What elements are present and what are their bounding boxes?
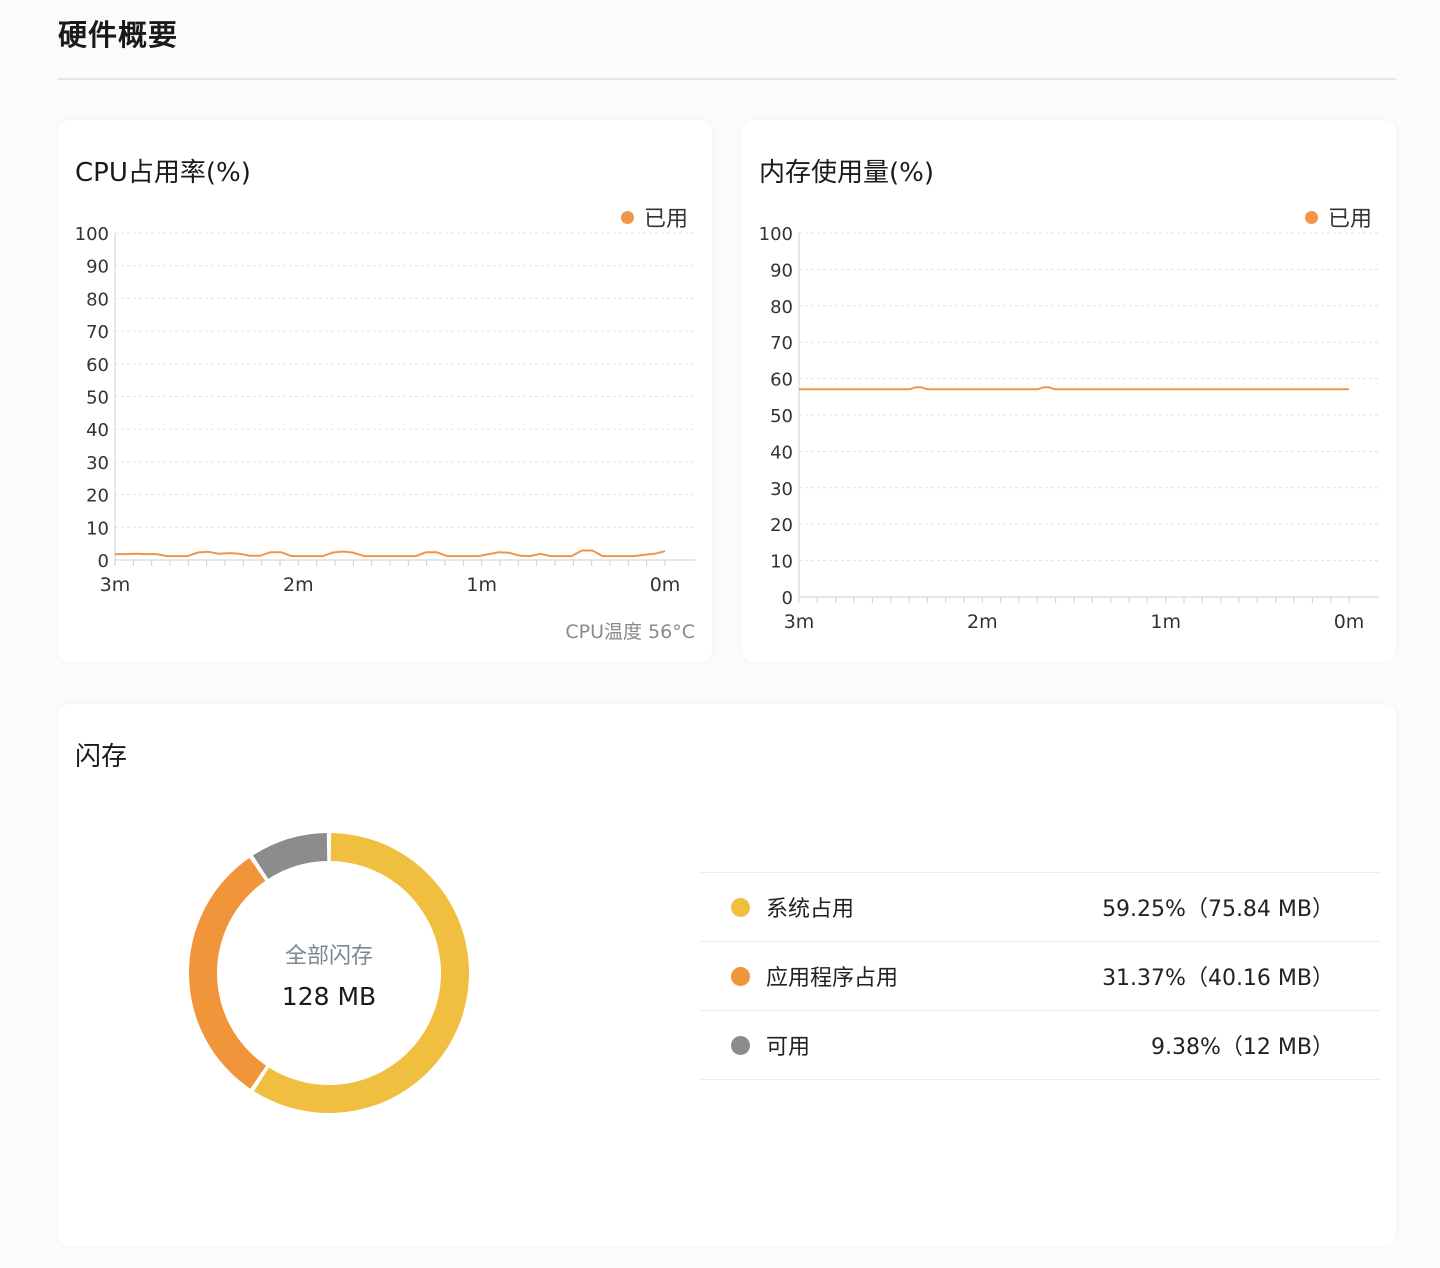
donut-slice [253, 833, 328, 879]
x-tick-label: 2m [967, 611, 998, 633]
donut-slice [189, 857, 267, 1089]
y-tick-label: 100 [75, 224, 109, 245]
flash-row-value: 31.37%（40.16 MB） [1102, 966, 1334, 991]
donut-slice [253, 833, 470, 1113]
y-tick-label: 70 [86, 322, 109, 343]
y-tick-label: 0 [98, 551, 109, 572]
y-tick-label: 30 [770, 479, 793, 500]
y-tick-label: 50 [86, 388, 109, 409]
series-line [115, 549, 666, 558]
x-tick-label: 0m [650, 574, 681, 596]
y-tick-label: 50 [770, 406, 793, 427]
y-tick-label: 90 [770, 260, 793, 281]
apps-dot-icon [731, 966, 750, 986]
donut-center-value: 128 MB [281, 982, 377, 1011]
y-tick-label: 30 [86, 453, 109, 474]
y-tick-label: 80 [770, 297, 793, 318]
flash-row-name: 系统占用 [766, 897, 855, 922]
y-tick-label: 60 [86, 355, 109, 376]
y-tick-label: 40 [770, 442, 793, 463]
y-tick-label: 0 [782, 588, 793, 609]
flash-title: 闪存 [75, 742, 128, 772]
flash-row-name: 可用 [766, 1035, 811, 1060]
y-tick-label: 80 [86, 289, 109, 310]
cpu-card: CPU占用率(%) 已用 0 10 20 30 40 50 60 70 80 90 100 3m 2m 1… [58, 120, 712, 662]
available-dot-icon [731, 1035, 750, 1055]
memory-card: 内存使用量(%) 已用 0 10 20 30 40 50 60 70 80 90 100 3m 2m 1m… [742, 120, 1396, 662]
flash-row-available: 可用 9.38%（12 MB） [700, 1011, 1380, 1080]
y-tick-label: 10 [770, 552, 793, 573]
y-tick-label: 20 [770, 515, 793, 536]
memory-line-chart: 0 10 20 30 40 50 60 70 80 90 100 3m 2m 1m 0m [759, 224, 1379, 633]
flash-row-name: 应用程序占用 [766, 966, 899, 991]
flash-donut-chart [189, 833, 470, 1113]
flash-row-value: 9.38%（12 MB） [1151, 1035, 1334, 1060]
flash-row-apps: 应用程序占用 31.37%（40.16 MB） [700, 942, 1380, 1011]
system-dot-icon [731, 897, 750, 917]
x-tick-label: 3m [100, 574, 131, 596]
donut-center-label: 全部闪存 [284, 944, 373, 969]
y-tick-label: 40 [86, 420, 109, 441]
x-tick-label: 0m [1334, 611, 1365, 633]
x-tick-label: 1m [1150, 611, 1181, 633]
cpu-line-chart: 0 10 20 30 40 50 60 70 80 90 100 3m 2m 1m 0m [75, 224, 695, 596]
y-tick-label: 100 [759, 224, 793, 245]
cpu-temperature: CPU温度 56°C [565, 621, 695, 643]
y-tick-label: 10 [86, 518, 109, 539]
y-tick-label: 90 [86, 257, 109, 278]
y-tick-label: 20 [86, 486, 109, 507]
flash-row-value: 59.25%（75.84 MB） [1102, 897, 1334, 922]
flash-row-system: 系统占用 59.25%（75.84 MB） [700, 873, 1380, 942]
y-tick-label: 60 [770, 370, 793, 391]
x-tick-label: 3m [784, 611, 815, 633]
page-title: 硬件概要 [58, 18, 179, 52]
x-tick-label: 1m [466, 574, 497, 596]
y-tick-label: 70 [770, 333, 793, 354]
flash-card: 闪存 全部闪存 128 MB 系统占用 59.25%（75.84 MB） 应用程… [58, 704, 1396, 1246]
title-divider [58, 78, 1396, 80]
x-tick-label: 2m [283, 574, 314, 596]
flash-legend-table: 系统占用 59.25%（75.84 MB） 应用程序占用 31.37%（40.1… [700, 872, 1380, 1080]
series-line [799, 386, 1349, 391]
